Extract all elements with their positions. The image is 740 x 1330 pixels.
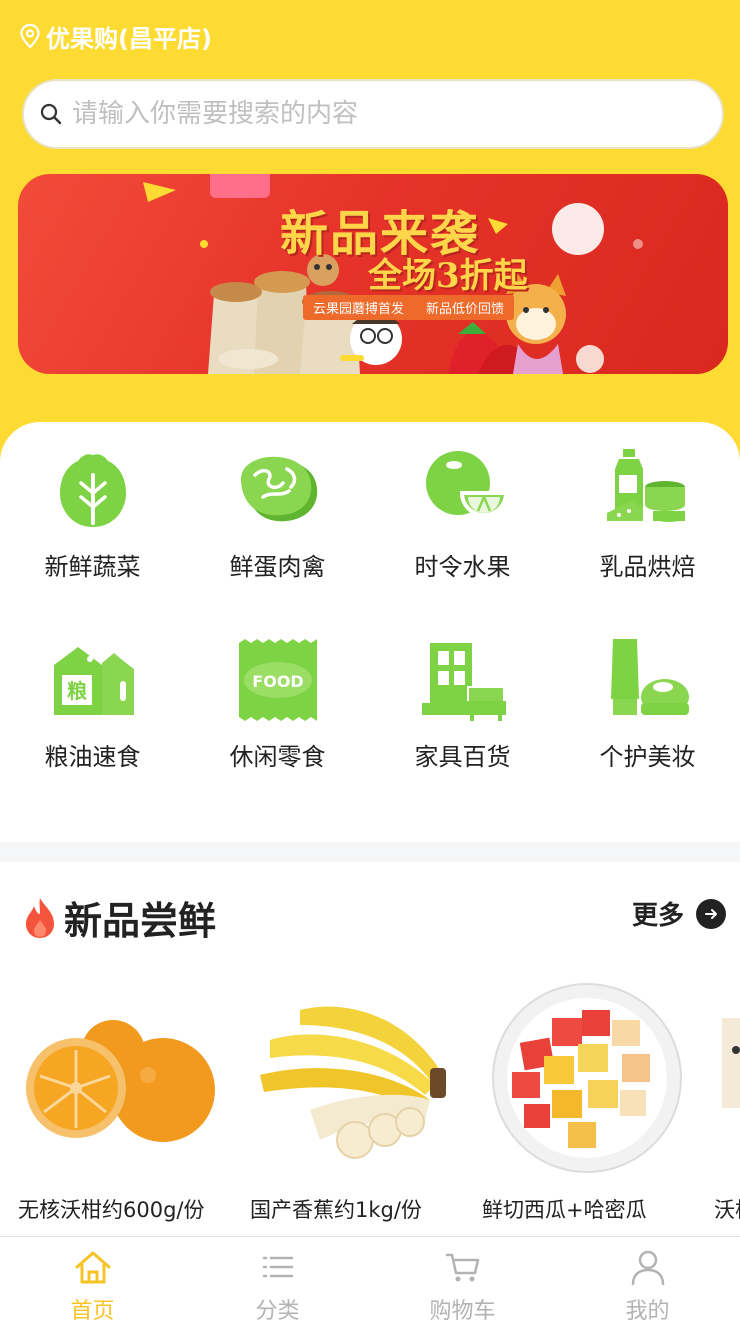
vegetable-icon bbox=[59, 454, 126, 527]
category-label: 休闲零食 bbox=[229, 743, 326, 771]
category-snack[interactable]: FOOD 休闲零食 bbox=[185, 635, 370, 825]
category-vegetable[interactable]: 新鲜蔬菜 bbox=[0, 445, 185, 635]
search-input[interactable] bbox=[72, 99, 672, 129]
category-furniture[interactable]: 家具百货 bbox=[370, 635, 555, 825]
category-fruit[interactable]: 时令水果 bbox=[370, 445, 555, 635]
cosmetics-icon bbox=[610, 639, 689, 715]
category-label: 新鲜蔬菜 bbox=[44, 553, 141, 581]
category-meat[interactable]: 鲜蛋肉禽 bbox=[185, 445, 370, 635]
product-image-orange bbox=[18, 980, 228, 1180]
category-label: 乳品烘焙 bbox=[599, 553, 696, 581]
section-title: 新品尝鲜 bbox=[64, 899, 217, 943]
user-icon bbox=[631, 1250, 664, 1286]
product-name: 国产香蕉约1kg/份 bbox=[250, 1198, 422, 1222]
category-label: 个护美妆 bbox=[599, 743, 696, 771]
category-label: 鲜蛋肉禽 bbox=[229, 553, 326, 581]
bottom-tab-bar: 首页 分类 购物车 我的 bbox=[0, 1236, 740, 1330]
tab-label: 首页 bbox=[70, 1299, 115, 1324]
tab-category[interactable]: 分类 bbox=[185, 1237, 370, 1330]
dairy-icon bbox=[606, 449, 685, 522]
category-dairy[interactable]: 乳品烘焙 bbox=[555, 445, 740, 635]
product-name: 无核沃柑约600g/份 bbox=[18, 1198, 205, 1222]
store-selector[interactable]: 优果购(昌平店) bbox=[20, 20, 212, 53]
promo-banner[interactable]: 新品来袭 全场3折起 云果园蘑搏首发 新品低价回馈 bbox=[18, 174, 728, 374]
product-image-banana bbox=[250, 980, 460, 1180]
list-icon bbox=[262, 1256, 293, 1278]
tab-label: 分类 bbox=[255, 1299, 300, 1324]
ribbon-left-text: 云果园蘑搏首发 bbox=[313, 302, 405, 317]
product-card[interactable]: 沃柑 bbox=[714, 980, 740, 1224]
section-divider bbox=[0, 842, 740, 862]
category-label: 粮油速食 bbox=[44, 743, 141, 771]
product-name: 沃柑 bbox=[714, 1198, 740, 1222]
search-bar[interactable] bbox=[22, 79, 724, 149]
tab-home[interactable]: 首页 bbox=[0, 1237, 185, 1330]
section-header: 新品尝鲜 bbox=[22, 890, 216, 945]
banner-pagination-dot[interactable] bbox=[340, 355, 364, 361]
furniture-icon bbox=[421, 643, 506, 721]
product-card[interactable]: 鲜切西瓜+哈密瓜 bbox=[482, 980, 692, 1224]
tab-label: 购物车 bbox=[429, 1299, 496, 1324]
category-label: 家具百货 bbox=[414, 743, 511, 771]
product-image-partial bbox=[714, 980, 740, 1180]
ribbon-right-text: 新品低价回馈 bbox=[426, 302, 505, 317]
fire-icon bbox=[26, 897, 54, 938]
product-image-melon bbox=[482, 980, 692, 1180]
search-icon bbox=[40, 103, 62, 125]
svg-text:粮: 粮 bbox=[67, 679, 87, 703]
tab-label: 我的 bbox=[625, 1299, 670, 1324]
banner-ribbon: 云果园蘑搏首发 新品低价回馈 bbox=[303, 295, 515, 320]
svg-text:FOOD: FOOD bbox=[252, 672, 303, 691]
category-grain[interactable]: 粮 粮油速食 bbox=[0, 635, 185, 825]
grain-icon: 粮 bbox=[53, 647, 134, 715]
category-cosmetics[interactable]: 个护美妆 bbox=[555, 635, 740, 825]
store-name: 优果购(昌平店) bbox=[46, 24, 212, 53]
tab-cart[interactable]: 购物车 bbox=[370, 1237, 555, 1330]
arrow-right-icon bbox=[696, 898, 727, 929]
fruit-icon bbox=[425, 451, 508, 517]
product-card[interactable]: 无核沃柑约600g/份 bbox=[18, 980, 228, 1224]
location-pin-icon bbox=[20, 24, 40, 48]
product-card[interactable]: 国产香蕉约1kg/份 bbox=[250, 980, 460, 1224]
product-name: 鲜切西瓜+哈密瓜 bbox=[482, 1198, 647, 1222]
category-label: 时令水果 bbox=[414, 553, 511, 581]
more-label: 更多 bbox=[632, 901, 685, 931]
tab-mine[interactable]: 我的 bbox=[555, 1237, 740, 1330]
banner-subtitle: 全场3折起 bbox=[368, 256, 528, 296]
cart-icon bbox=[445, 1253, 479, 1282]
home-icon bbox=[75, 1251, 110, 1284]
meat-icon bbox=[240, 456, 317, 522]
more-link[interactable]: 更多 bbox=[632, 895, 727, 932]
snack-icon: FOOD bbox=[238, 639, 317, 721]
